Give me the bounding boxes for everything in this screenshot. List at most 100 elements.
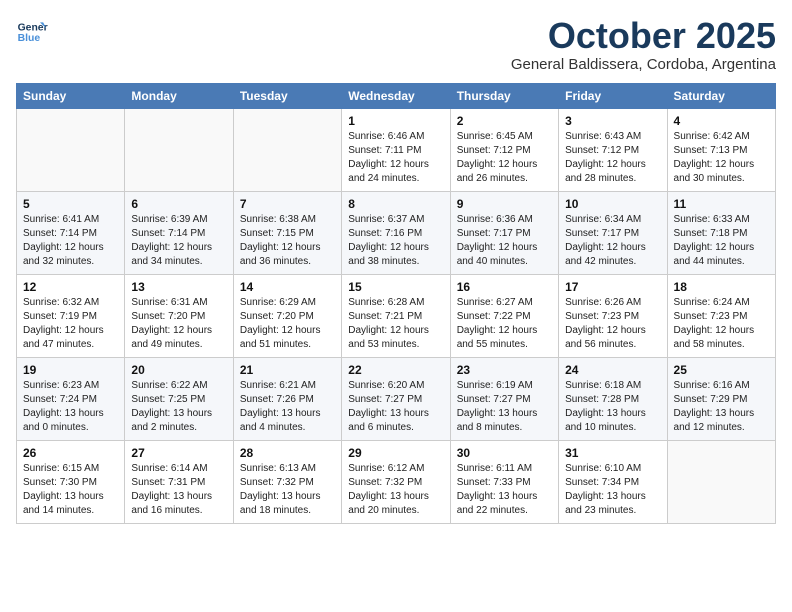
calendar-day-cell: 29 Sunrise: 6:12 AM Sunset: 7:32 PM Dayli… <box>342 440 450 523</box>
day-info: Sunrise: 6:46 AM Sunset: 7:11 PM Dayligh… <box>348 130 443 186</box>
day-number: 22 <box>348 363 443 377</box>
day-info: Sunrise: 6:34 AM Sunset: 7:17 PM Dayligh… <box>565 213 660 269</box>
calendar-day-cell: 8 Sunrise: 6:37 AM Sunset: 7:16 PM Daylig… <box>342 191 450 274</box>
logo-icon: General Blue <box>16 16 48 48</box>
day-number: 13 <box>131 280 226 294</box>
calendar-day-cell: 18Sunrise: 6:24 AM Sunset: 7:23 PM Dayli… <box>667 274 775 357</box>
day-number: 17 <box>565 280 660 294</box>
calendar-day-cell: 25 Sunrise: 6:16 AM Sunset: 7:29 PM Dayli… <box>667 357 775 440</box>
weekday-header-cell: Monday <box>125 83 233 108</box>
calendar-week-row: 19Sunrise: 6:23 AM Sunset: 7:24 PM Dayli… <box>17 357 776 440</box>
day-info: Sunrise: 6:20 AM Sunset: 7:27 PM Dayligh… <box>348 379 443 435</box>
day-number: 23 <box>457 363 552 377</box>
calendar-day-cell: 10 Sunrise: 6:34 AM Sunset: 7:17 PM Dayli… <box>559 191 667 274</box>
day-info: Sunrise: 6:42 AM Sunset: 7:13 PM Dayligh… <box>674 130 769 186</box>
day-number: 28 <box>240 446 335 460</box>
day-info: Sunrise: 6:29 AM Sunset: 7:20 PM Dayligh… <box>240 296 335 352</box>
day-info: Sunrise: 6:26 AM Sunset: 7:23 PM Dayligh… <box>565 296 660 352</box>
calendar-day-cell <box>667 440 775 523</box>
calendar-day-cell: 13 Sunrise: 6:31 AM Sunset: 7:20 PM Dayli… <box>125 274 233 357</box>
day-info: Sunrise: 6:36 AM Sunset: 7:17 PM Dayligh… <box>457 213 552 269</box>
day-number: 3 <box>565 114 660 128</box>
calendar-table: SundayMondayTuesdayWednesdayThursdayFrid… <box>16 83 776 524</box>
calendar-day-cell: 1 Sunrise: 6:46 AM Sunset: 7:11 PM Daylig… <box>342 108 450 191</box>
calendar-day-cell: 6 Sunrise: 6:39 AM Sunset: 7:14 PM Daylig… <box>125 191 233 274</box>
day-info: Sunrise: 6:18 AM Sunset: 7:28 PM Dayligh… <box>565 379 660 435</box>
calendar-day-cell: 7 Sunrise: 6:38 AM Sunset: 7:15 PM Daylig… <box>233 191 341 274</box>
day-info: Sunrise: 6:39 AM Sunset: 7:14 PM Dayligh… <box>131 213 226 269</box>
calendar-day-cell: 21 Sunrise: 6:21 AM Sunset: 7:26 PM Dayli… <box>233 357 341 440</box>
day-info: Sunrise: 6:27 AM Sunset: 7:22 PM Dayligh… <box>457 296 552 352</box>
day-number: 5 <box>23 197 118 211</box>
day-number: 19 <box>23 363 118 377</box>
day-number: 25 <box>674 363 769 377</box>
weekday-header-cell: Friday <box>559 83 667 108</box>
day-number: 11 <box>674 197 769 211</box>
svg-text:Blue: Blue <box>18 33 41 44</box>
calendar-body: 1 Sunrise: 6:46 AM Sunset: 7:11 PM Daylig… <box>17 108 776 523</box>
day-info: Sunrise: 6:38 AM Sunset: 7:15 PM Dayligh… <box>240 213 335 269</box>
calendar-day-cell: 27Sunrise: 6:14 AM Sunset: 7:31 PM Dayli… <box>125 440 233 523</box>
calendar-day-cell: 3Sunrise: 6:43 AM Sunset: 7:12 PM Daylig… <box>559 108 667 191</box>
day-info: Sunrise: 6:16 AM Sunset: 7:29 PM Dayligh… <box>674 379 769 435</box>
day-number: 10 <box>565 197 660 211</box>
day-number: 29 <box>348 446 443 460</box>
calendar-day-cell: 15 Sunrise: 6:28 AM Sunset: 7:21 PM Dayli… <box>342 274 450 357</box>
calendar-day-cell: 16 Sunrise: 6:27 AM Sunset: 7:22 PM Dayli… <box>450 274 558 357</box>
calendar-day-cell: 9 Sunrise: 6:36 AM Sunset: 7:17 PM Daylig… <box>450 191 558 274</box>
day-number: 14 <box>240 280 335 294</box>
day-number: 2 <box>457 114 552 128</box>
day-info: Sunrise: 6:19 AM Sunset: 7:27 PM Dayligh… <box>457 379 552 435</box>
day-number: 12 <box>23 280 118 294</box>
calendar-day-cell: 5Sunrise: 6:41 AM Sunset: 7:14 PM Daylig… <box>17 191 125 274</box>
weekday-header-row: SundayMondayTuesdayWednesdayThursdayFrid… <box>17 83 776 108</box>
calendar-week-row: 1 Sunrise: 6:46 AM Sunset: 7:11 PM Daylig… <box>17 108 776 191</box>
calendar-day-cell: 28 Sunrise: 6:13 AM Sunset: 7:32 PM Dayli… <box>233 440 341 523</box>
calendar-day-cell <box>233 108 341 191</box>
calendar-day-cell: 17 Sunrise: 6:26 AM Sunset: 7:23 PM Dayli… <box>559 274 667 357</box>
day-info: Sunrise: 6:28 AM Sunset: 7:21 PM Dayligh… <box>348 296 443 352</box>
calendar-day-cell: 2 Sunrise: 6:45 AM Sunset: 7:12 PM Daylig… <box>450 108 558 191</box>
day-info: Sunrise: 6:15 AM Sunset: 7:30 PM Dayligh… <box>23 462 118 518</box>
calendar-day-cell: 26Sunrise: 6:15 AM Sunset: 7:30 PM Dayli… <box>17 440 125 523</box>
day-info: Sunrise: 6:21 AM Sunset: 7:26 PM Dayligh… <box>240 379 335 435</box>
calendar-day-cell: 4 Sunrise: 6:42 AM Sunset: 7:13 PM Daylig… <box>667 108 775 191</box>
day-number: 7 <box>240 197 335 211</box>
day-number: 15 <box>348 280 443 294</box>
day-number: 20 <box>131 363 226 377</box>
day-number: 21 <box>240 363 335 377</box>
calendar-day-cell: 23 Sunrise: 6:19 AM Sunset: 7:27 PM Dayli… <box>450 357 558 440</box>
month-title: October 2025 <box>511 16 776 56</box>
day-number: 24 <box>565 363 660 377</box>
day-info: Sunrise: 6:32 AM Sunset: 7:19 PM Dayligh… <box>23 296 118 352</box>
day-info: Sunrise: 6:11 AM Sunset: 7:33 PM Dayligh… <box>457 462 552 518</box>
calendar-day-cell: 31Sunrise: 6:10 AM Sunset: 7:34 PM Dayli… <box>559 440 667 523</box>
day-number: 8 <box>348 197 443 211</box>
calendar-day-cell: 24 Sunrise: 6:18 AM Sunset: 7:28 PM Dayli… <box>559 357 667 440</box>
day-number: 16 <box>457 280 552 294</box>
day-info: Sunrise: 6:31 AM Sunset: 7:20 PM Dayligh… <box>131 296 226 352</box>
day-number: 9 <box>457 197 552 211</box>
day-info: Sunrise: 6:13 AM Sunset: 7:32 PM Dayligh… <box>240 462 335 518</box>
day-number: 6 <box>131 197 226 211</box>
calendar-day-cell <box>17 108 125 191</box>
day-info: Sunrise: 6:24 AM Sunset: 7:23 PM Dayligh… <box>674 296 769 352</box>
day-number: 30 <box>457 446 552 460</box>
title-block: October 2025 General Baldissera, Cordoba… <box>511 16 776 73</box>
day-info: Sunrise: 6:22 AM Sunset: 7:25 PM Dayligh… <box>131 379 226 435</box>
day-number: 31 <box>565 446 660 460</box>
calendar-day-cell: 20 Sunrise: 6:22 AM Sunset: 7:25 PM Dayli… <box>125 357 233 440</box>
calendar-day-cell: 19Sunrise: 6:23 AM Sunset: 7:24 PM Dayli… <box>17 357 125 440</box>
logo: General Blue <box>16 16 48 48</box>
calendar-day-cell: 22 Sunrise: 6:20 AM Sunset: 7:27 PM Dayli… <box>342 357 450 440</box>
day-info: Sunrise: 6:37 AM Sunset: 7:16 PM Dayligh… <box>348 213 443 269</box>
calendar-day-cell: 30 Sunrise: 6:11 AM Sunset: 7:33 PM Dayli… <box>450 440 558 523</box>
day-number: 1 <box>348 114 443 128</box>
weekday-header-cell: Sunday <box>17 83 125 108</box>
day-info: Sunrise: 6:45 AM Sunset: 7:12 PM Dayligh… <box>457 130 552 186</box>
day-number: 4 <box>674 114 769 128</box>
calendar-week-row: 26Sunrise: 6:15 AM Sunset: 7:30 PM Dayli… <box>17 440 776 523</box>
day-info: Sunrise: 6:33 AM Sunset: 7:18 PM Dayligh… <box>674 213 769 269</box>
day-number: 27 <box>131 446 226 460</box>
day-info: Sunrise: 6:12 AM Sunset: 7:32 PM Dayligh… <box>348 462 443 518</box>
